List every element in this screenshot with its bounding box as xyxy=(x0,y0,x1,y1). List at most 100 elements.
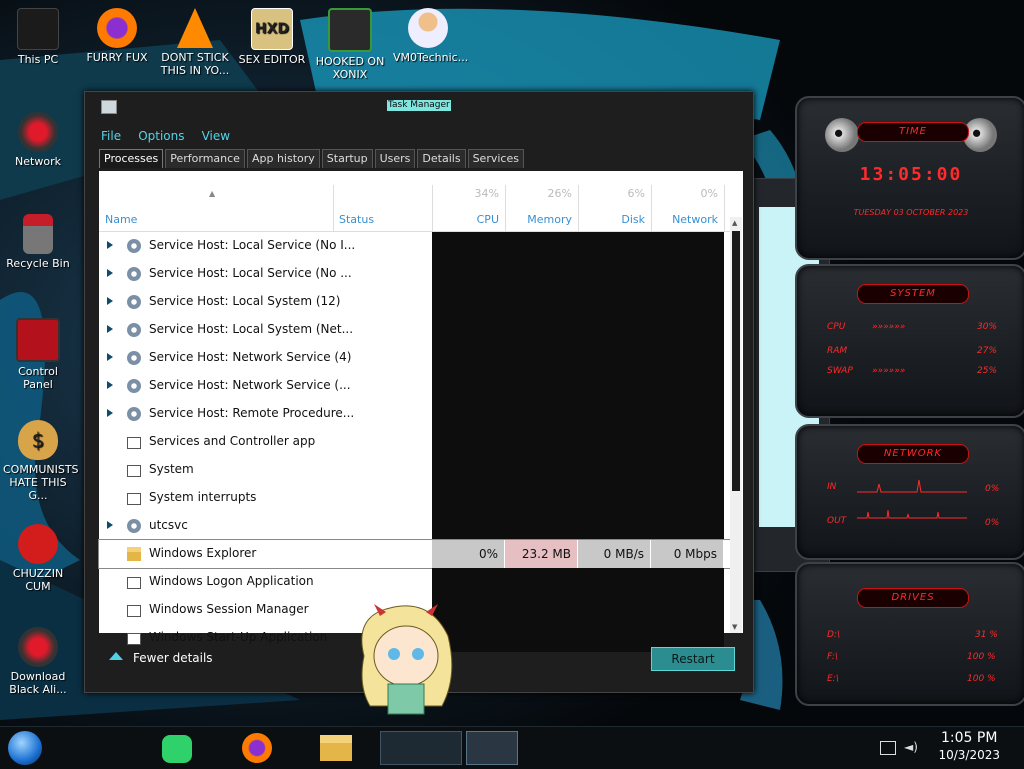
tab-strip: Processes Performance App history Startu… xyxy=(99,149,526,169)
ram-value: 27% xyxy=(977,346,998,356)
title-bar[interactable]: Task Manager xyxy=(85,92,753,120)
swap-bar: »»»»»» xyxy=(872,366,906,376)
process-row[interactable]: Service Host: Local System (Net... xyxy=(99,316,733,344)
process-row[interactable]: Services and Controller app xyxy=(99,428,733,456)
firefox-icon[interactable] xyxy=(242,733,272,763)
alien-network-icon xyxy=(18,112,58,152)
desktop-icon-this-pc[interactable]: This PC xyxy=(3,8,73,66)
process-row[interactable]: Windows Logon Application xyxy=(99,568,733,596)
desktop-icon-sex-editor[interactable]: HXD SEX EDITOR xyxy=(237,8,307,66)
cpu-label: CPU xyxy=(827,322,846,332)
process-row[interactable]: utcsvc xyxy=(99,512,733,540)
ram-label: RAM xyxy=(827,346,848,356)
process-name: Services and Controller app xyxy=(149,434,316,448)
desktop-icon-label: CHUZZIN CUM xyxy=(12,567,64,593)
memory-cell: 23.2 MB xyxy=(505,540,578,568)
desktop-icon-communists[interactable]: $ COMMUNISTS HATE THIS G... xyxy=(3,420,79,502)
process-row[interactable]: Service Host: Local Service (No I... xyxy=(99,232,733,260)
swap-label: SWAP xyxy=(827,366,853,376)
fewer-details-link[interactable]: Fewer details xyxy=(133,651,213,665)
tab-app-history[interactable]: App history xyxy=(246,149,320,168)
desktop-icon-network[interactable]: Network xyxy=(3,112,73,168)
system-gadget: SYSTEM CPU »»»»»» 30% RAM 27% SWAP »»»»»… xyxy=(795,264,1024,418)
process-row[interactable]: Service Host: Network Service (4) xyxy=(99,344,733,372)
scroll-up-arrow-icon[interactable]: ▲ xyxy=(732,219,737,227)
resource-cells xyxy=(432,288,724,316)
process-row[interactable]: System xyxy=(99,456,733,484)
network-title: NETWORK xyxy=(857,444,969,464)
column-header-memory[interactable]: 26% Memory xyxy=(505,185,579,231)
vertical-scrollbar[interactable]: ▲ ▼ xyxy=(730,217,742,633)
app-window-icon xyxy=(127,437,141,449)
volume-tray-icon[interactable]: ◄) xyxy=(904,740,918,754)
process-row[interactable]: Windows Explorer 0% 23.2 MB 0 MB/s 0 Mbps xyxy=(98,539,734,569)
tab-performance[interactable]: Performance xyxy=(165,149,245,168)
fewer-details-arrow-icon[interactable] xyxy=(109,652,123,660)
process-row[interactable]: Service Host: Remote Procedure... xyxy=(99,400,733,428)
process-name: Service Host: Local Service (No ... xyxy=(149,266,352,280)
resource-cells xyxy=(432,568,724,596)
notes-app-icon[interactable] xyxy=(162,735,192,763)
menu-bar: File Options View xyxy=(101,125,242,143)
clock-date: 10/3/2023 xyxy=(938,748,1000,762)
tab-users[interactable]: Users xyxy=(374,149,416,168)
net-out-value: 0% xyxy=(985,518,1000,528)
process-row[interactable]: Service Host: Local System (12) xyxy=(99,288,733,316)
file-explorer-icon[interactable] xyxy=(320,735,352,761)
taskbar-clock[interactable]: 1:05 PM 10/3/2023 xyxy=(938,730,1000,764)
tab-startup[interactable]: Startup xyxy=(321,149,373,168)
taskbar: ◄) 1:05 PM 10/3/2023 xyxy=(0,726,1024,769)
column-disk-label: Disk xyxy=(621,213,645,226)
process-row[interactable]: System interrupts xyxy=(99,484,733,512)
cpu-bar: »»»»»» xyxy=(872,322,906,332)
process-row[interactable]: Service Host: Network Service (... xyxy=(99,372,733,400)
memory-total: 26% xyxy=(547,187,572,200)
process-name: Windows Session Manager xyxy=(149,602,309,616)
gear-icon xyxy=(127,351,141,365)
menu-file[interactable]: File xyxy=(101,129,121,143)
task-manager-icon[interactable] xyxy=(466,731,518,765)
desktop-icon-recycle-bin[interactable]: Recycle Bin xyxy=(3,214,73,270)
desktop-icon-hooked-on-xonix[interactable]: HOOKED ON XONIX xyxy=(315,8,385,81)
column-header-network[interactable]: 0% Network xyxy=(651,185,725,231)
desktop-icon-label: Download Black Ali... xyxy=(9,670,67,696)
column-name-label: Name xyxy=(105,213,138,226)
tab-details[interactable]: Details xyxy=(417,149,466,168)
process-row[interactable]: Service Host: Local Service (No ... xyxy=(99,260,733,288)
process-name: Windows Logon Application xyxy=(149,574,314,588)
control-panel-icon[interactable] xyxy=(380,731,462,765)
desktop-icon-furry-fux[interactable]: FURRY FUX xyxy=(82,8,152,64)
column-header-status[interactable]: Status xyxy=(333,185,433,231)
desktop-icon-download-black-ali[interactable]: Download Black Ali... xyxy=(3,627,73,696)
expand-chevron-icon[interactable] xyxy=(107,269,113,277)
column-header-cpu[interactable]: 34% CPU xyxy=(432,185,506,231)
column-header-disk[interactable]: 6% Disk xyxy=(578,185,652,231)
date-value: TUESDAY 03 OCTOBER 2023 xyxy=(853,208,969,217)
scroll-thumb[interactable] xyxy=(732,231,740,491)
restart-button[interactable]: Restart xyxy=(651,647,735,671)
expand-chevron-icon[interactable] xyxy=(107,241,113,249)
tab-processes[interactable]: Processes xyxy=(99,149,164,168)
resource-cells xyxy=(432,372,724,400)
desktop-icon-vm0technic[interactable]: VM0Technic... xyxy=(393,8,468,64)
desktop-icon-dont-stick[interactable]: DONT STICK THIS IN YO... xyxy=(160,8,230,77)
column-header-name[interactable]: ▲ Name xyxy=(99,185,334,231)
menu-view[interactable]: View xyxy=(202,129,230,143)
clock-time: 1:05 PM xyxy=(941,730,998,746)
doctor-avatar-icon xyxy=(408,8,448,48)
network-tray-icon[interactable] xyxy=(880,741,896,755)
start-orb-icon[interactable] xyxy=(8,731,42,765)
expand-chevron-icon[interactable] xyxy=(107,353,113,361)
network-graph xyxy=(857,479,967,519)
expand-chevron-icon[interactable] xyxy=(107,381,113,389)
menu-options[interactable]: Options xyxy=(138,129,184,143)
tab-services[interactable]: Services xyxy=(467,149,524,168)
resource-cells xyxy=(432,428,724,456)
expand-chevron-icon[interactable] xyxy=(107,521,113,529)
expand-chevron-icon[interactable] xyxy=(107,409,113,417)
expand-chevron-icon[interactable] xyxy=(107,297,113,305)
expand-chevron-icon[interactable] xyxy=(107,325,113,333)
desktop-icon-control-panel[interactable]: Control Panel xyxy=(3,318,73,391)
desktop-icon-chuzzin[interactable]: CHUZZIN CUM xyxy=(3,524,73,593)
scroll-down-arrow-icon[interactable]: ▼ xyxy=(732,623,737,631)
